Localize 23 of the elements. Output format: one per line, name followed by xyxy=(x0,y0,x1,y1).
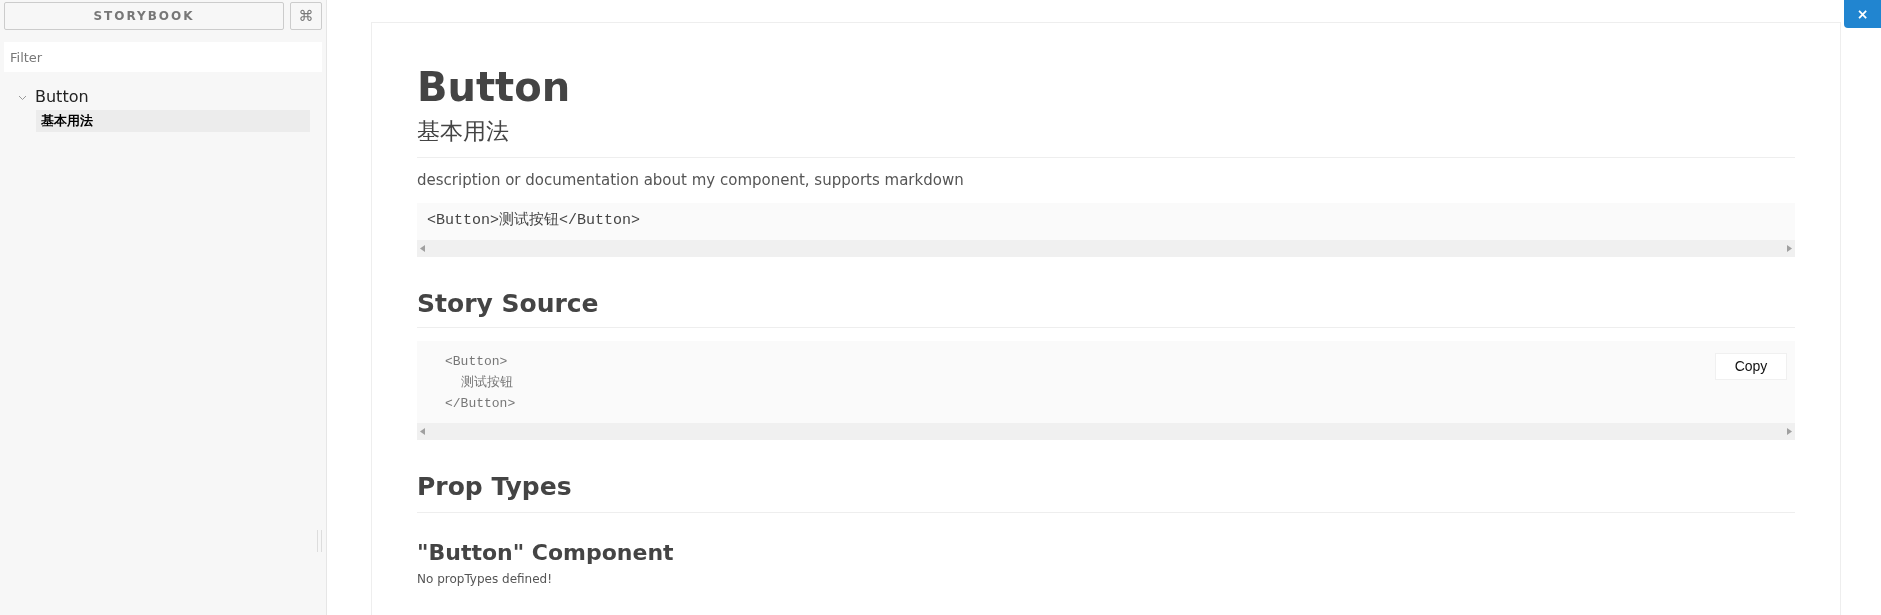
section-heading: Prop Types xyxy=(417,471,573,503)
section-heading: Story Source xyxy=(417,288,600,320)
page-subtitle: 基本用法 xyxy=(417,117,510,146)
tree-item[interactable]: Button xyxy=(35,85,89,109)
horizontal-scrollbar[interactable] xyxy=(417,423,1795,440)
page-title: Button xyxy=(417,63,572,111)
horizontal-scrollbar[interactable] xyxy=(417,240,1795,257)
tree-item[interactable]: 基本用法 xyxy=(36,110,310,132)
copy-button[interactable]: Copy xyxy=(1715,353,1787,380)
description-text: description or documentation about my component, supports markdown xyxy=(417,170,965,190)
left-arrow-icon[interactable] xyxy=(420,428,425,435)
storybook-brand-button[interactable]: STORYBOOK xyxy=(4,2,284,30)
close-button[interactable]: × xyxy=(1844,0,1881,28)
shortcuts-button[interactable]: ⌘ xyxy=(290,2,322,30)
right-arrow-icon[interactable] xyxy=(1787,245,1792,252)
code-text: <Button> 测试按钮 </Button> xyxy=(445,352,516,413)
note-text: No propTypes defined! xyxy=(417,571,553,588)
filter-field[interactable]: Filter xyxy=(4,42,322,72)
resize-handle[interactable] xyxy=(317,530,322,552)
left-arrow-icon[interactable] xyxy=(420,245,425,252)
code-text: <Button>测试按钮</Button> xyxy=(427,210,641,232)
right-arrow-icon[interactable] xyxy=(1787,428,1792,435)
component-heading: "Button" Component xyxy=(417,539,675,567)
